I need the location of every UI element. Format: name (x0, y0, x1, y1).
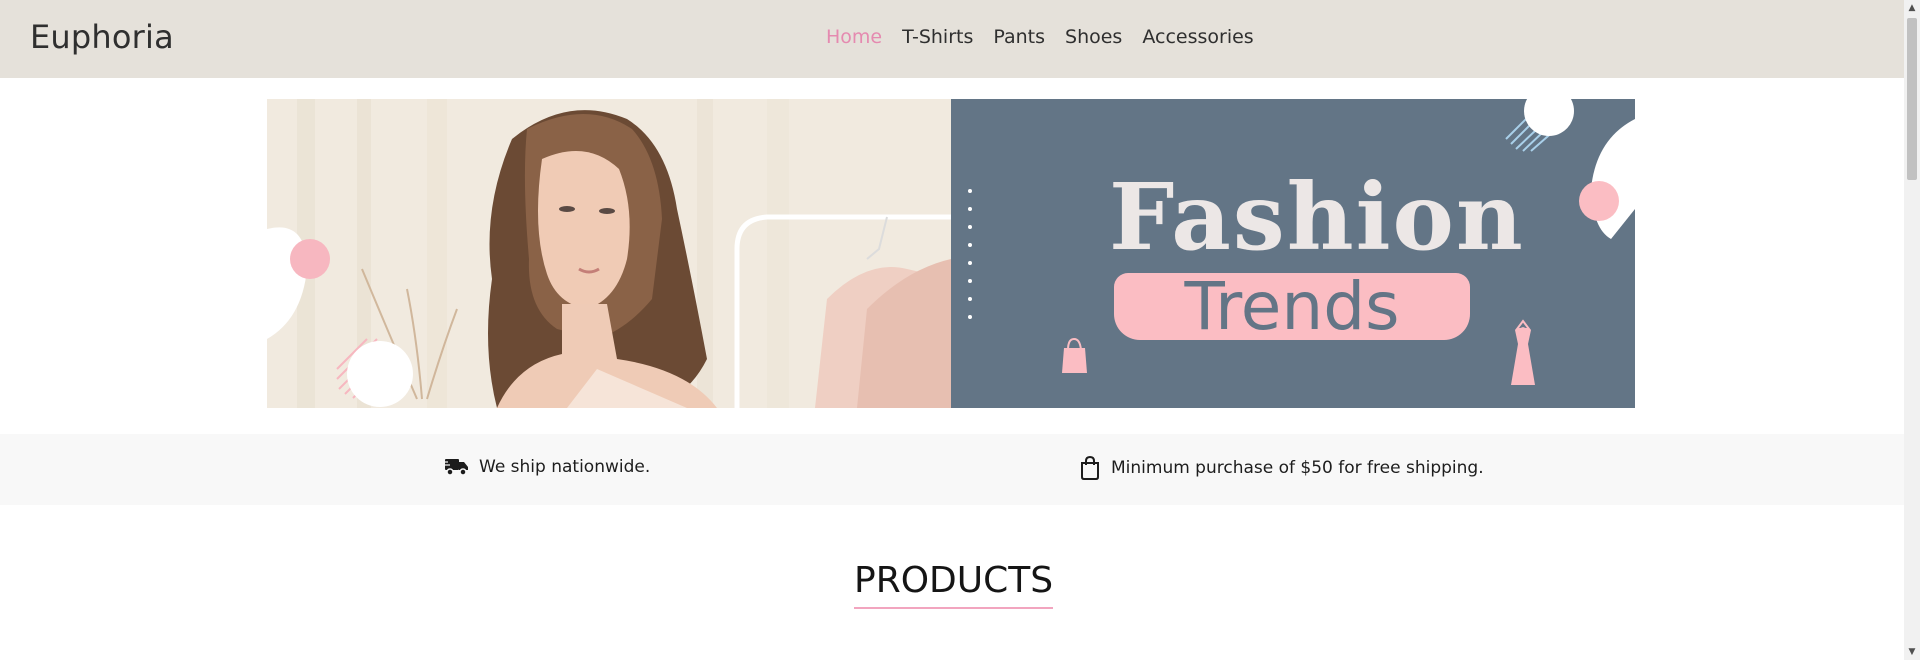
minimum-purchase-info: Minimum purchase of $50 for free shippin… (1079, 456, 1484, 480)
nav-item-pants[interactable]: Pants (993, 26, 1045, 48)
vertical-scrollbar[interactable]: ▲ ▼ (1904, 0, 1920, 660)
products-heading: PRODUCTS (854, 560, 1054, 609)
truck-icon (443, 459, 468, 476)
shipping-info-text: We ship nationwide. (479, 457, 651, 477)
nav-item-home[interactable]: Home (826, 26, 882, 48)
woman-with-clothing-rack-image (267, 99, 951, 408)
nav-item-shoes[interactable]: Shoes (1065, 26, 1122, 48)
nav-item-t-shirts[interactable]: T-Shirts (902, 26, 973, 48)
shopping-bag-decoration-icon (1062, 337, 1087, 373)
scrollbar-thumb[interactable] (1907, 18, 1917, 180)
brand-logo[interactable]: Euphoria (30, 18, 174, 56)
banner-photo (267, 99, 951, 408)
shipping-info: We ship nationwide. (443, 456, 650, 478)
page: Euphoria Home T-Shirts Pants Shoes Acces… (0, 0, 1920, 660)
navbar: Euphoria Home T-Shirts Pants Shoes Acces… (0, 0, 1904, 78)
info-strip: We ship nationwide. Minimum purchase of … (0, 434, 1904, 505)
hero-banner: Fashion Trends (267, 99, 1635, 408)
banner-decorations (1062, 99, 1635, 385)
minimum-purchase-text: Minimum purchase of $50 for free shippin… (1111, 458, 1484, 478)
shopping-bag-icon (1081, 456, 1099, 480)
scroll-up-arrow-icon[interactable]: ▲ (1904, 0, 1920, 16)
main-nav: Home T-Shirts Pants Shoes Accessories (826, 26, 1254, 48)
nav-item-accessories[interactable]: Accessories (1142, 26, 1253, 48)
dress-decoration-icon (1511, 319, 1535, 385)
scroll-down-arrow-icon[interactable]: ▼ (1904, 644, 1920, 660)
banner-text-panel: Fashion Trends (951, 99, 1635, 408)
